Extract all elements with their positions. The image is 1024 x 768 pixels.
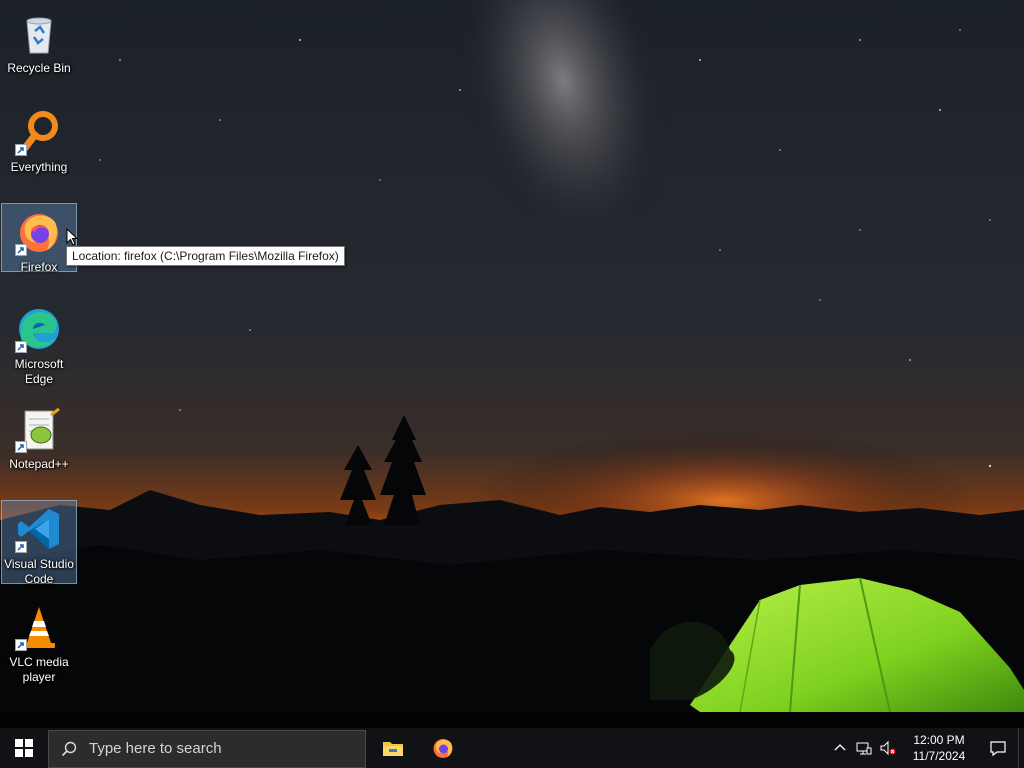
system-tray: 12:00 PM 11/7/2024 [828, 728, 1024, 768]
night-sky-tent-image [0, 0, 1024, 728]
recycle-bin-icon [15, 9, 63, 57]
search-input[interactable] [87, 739, 351, 758]
clock-date: 11/7/2024 [912, 749, 966, 763]
taskbar-file-explorer[interactable] [368, 728, 418, 768]
start-button[interactable] [0, 728, 48, 768]
desktop-icon-everything[interactable]: Everything [1, 103, 77, 176]
shortcut-arrow-icon [15, 639, 27, 651]
show-hidden-icons-button[interactable] [828, 728, 852, 768]
firefox-icon [15, 208, 63, 256]
desktop-icon-label: Visual Studio Code [4, 557, 74, 586]
clock-time: 12:00 PM [913, 733, 965, 747]
shortcut-arrow-icon [15, 541, 27, 553]
desktop-wallpaper [0, 0, 1024, 728]
desktop-icon-label: Microsoft Edge [14, 357, 64, 386]
firefox-icon [433, 739, 453, 758]
desktop-icon-label: Recycle Bin [7, 61, 71, 75]
desktop-icon-notepad-plus-plus[interactable]: Notepad++ [1, 400, 77, 473]
windows-logo-icon [15, 739, 33, 757]
search-icon [61, 741, 77, 756]
vlc-icon [15, 603, 63, 651]
location-tooltip: Location: firefox (C:\Program Files\Mozi… [66, 246, 345, 266]
chevron-up-icon [834, 744, 846, 751]
desktop-icon-label: Firefox [20, 260, 58, 274]
volume-muted-icon [880, 740, 896, 756]
desktop-icon-label: Everything [10, 160, 68, 174]
show-desktop-button[interactable] [1018, 728, 1024, 768]
action-center-button[interactable] [978, 728, 1018, 768]
everything-icon [15, 108, 63, 156]
shortcut-arrow-icon [15, 144, 27, 156]
action-center-icon [990, 741, 1006, 757]
notepad-plus-plus-icon [15, 405, 63, 453]
taskbar-clock[interactable]: 12:00 PM 11/7/2024 [904, 732, 974, 764]
file-explorer-icon [383, 742, 403, 756]
desktop-icon-recycle-bin[interactable]: Recycle Bin [1, 4, 77, 77]
desktop-icon-microsoft-edge[interactable]: Microsoft Edge [1, 300, 77, 388]
shortcut-arrow-icon [15, 441, 27, 453]
volume-button[interactable] [876, 728, 900, 768]
network-button[interactable] [852, 728, 876, 768]
vscode-icon [15, 505, 63, 553]
shortcut-arrow-icon [15, 341, 27, 353]
taskbar-firefox[interactable] [418, 728, 468, 768]
desktop-icon-label: Notepad++ [9, 457, 69, 471]
network-icon [856, 742, 872, 755]
mouse-cursor-icon [66, 228, 78, 246]
edge-icon [15, 305, 63, 353]
taskbar: 12:00 PM 11/7/2024 [0, 728, 1024, 768]
shortcut-arrow-icon [15, 244, 27, 256]
taskbar-search-box[interactable] [48, 729, 366, 768]
desktop-icon-vlc-media-player[interactable]: VLC media player [1, 598, 77, 686]
desktop-icon-visual-studio-code[interactable]: Visual Studio Code [1, 500, 77, 586]
desktop-icon-label: VLC media player [9, 655, 69, 684]
